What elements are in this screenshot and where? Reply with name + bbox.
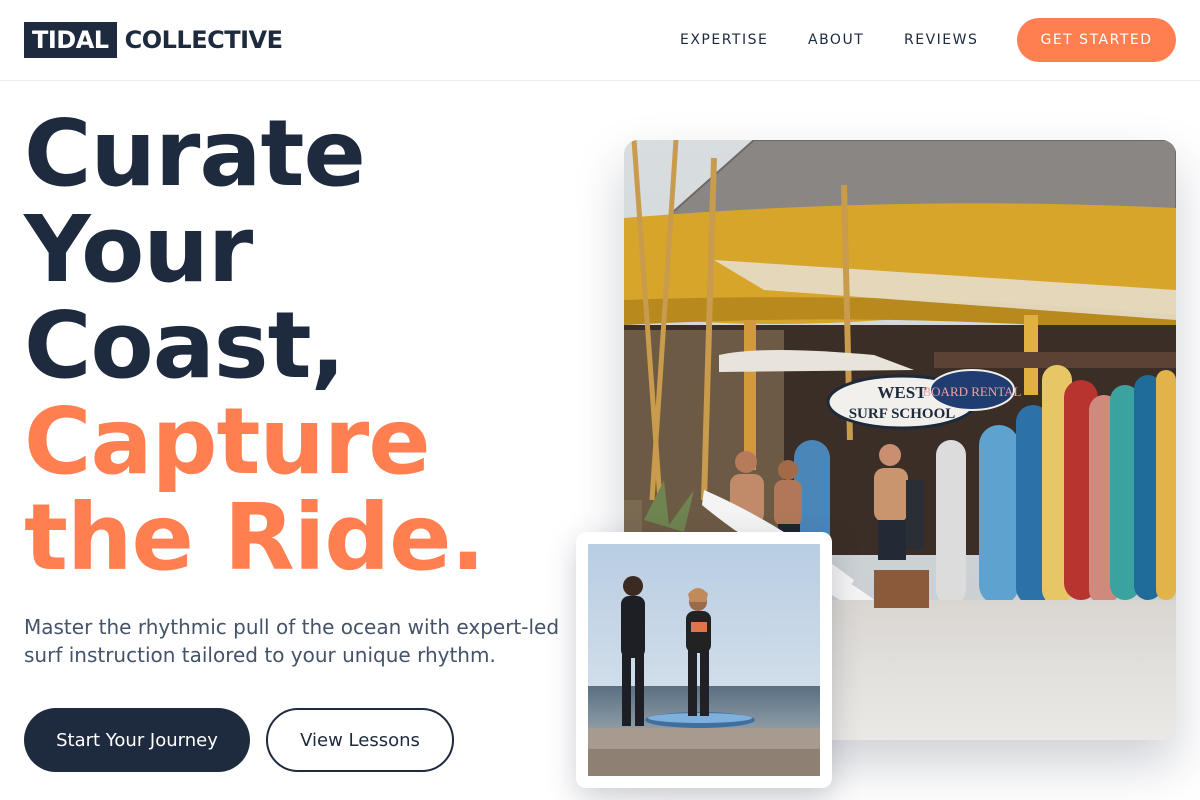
nav-link-reviews[interactable]: REVIEWS [904,0,978,80]
headline-accent-line: Capture [24,388,431,495]
nav-link-about[interactable]: ABOUT [808,0,864,80]
nav-link-label: REVIEWS [904,32,979,48]
brand-logo-mark: TIDAL [24,22,117,58]
hero-description: Master the rhythmic pull of the ocean wi… [24,615,560,667]
surf-lesson-photo [588,544,820,776]
headline-line: Your [24,196,253,303]
brand-logo[interactable]: TIDAL COLLECTIVE [24,22,283,58]
brand-logo-text: COLLECTIVE [124,26,283,54]
get-started-button[interactable]: GET STARTED [1017,18,1176,62]
svg-text:SURF SCHOOL: SURF SCHOOL [849,406,956,422]
view-lessons-button[interactable]: View Lessons [266,708,454,772]
svg-text:BOARD RENTAL: BOARD RENTAL [923,384,1022,399]
headline-accent-line: the Ride. [24,484,485,591]
headline-line: Coast, [24,292,346,399]
site-header: TIDAL COLLECTIVE EXPERTISE ABOUT REVIEWS… [0,0,1200,81]
surf-lesson-photo-card [576,532,832,788]
headline-line: Curate [24,100,366,207]
nav-link-expertise[interactable]: EXPERTISE [680,0,768,80]
svg-text:WEST: WEST [877,383,927,402]
nav-link-label: ABOUT [808,32,865,48]
hero-headline: Curate Your Coast, Capture the Ride. [24,106,584,586]
start-journey-button[interactable]: Start Your Journey [24,708,250,772]
nav-link-label: EXPERTISE [680,32,769,48]
